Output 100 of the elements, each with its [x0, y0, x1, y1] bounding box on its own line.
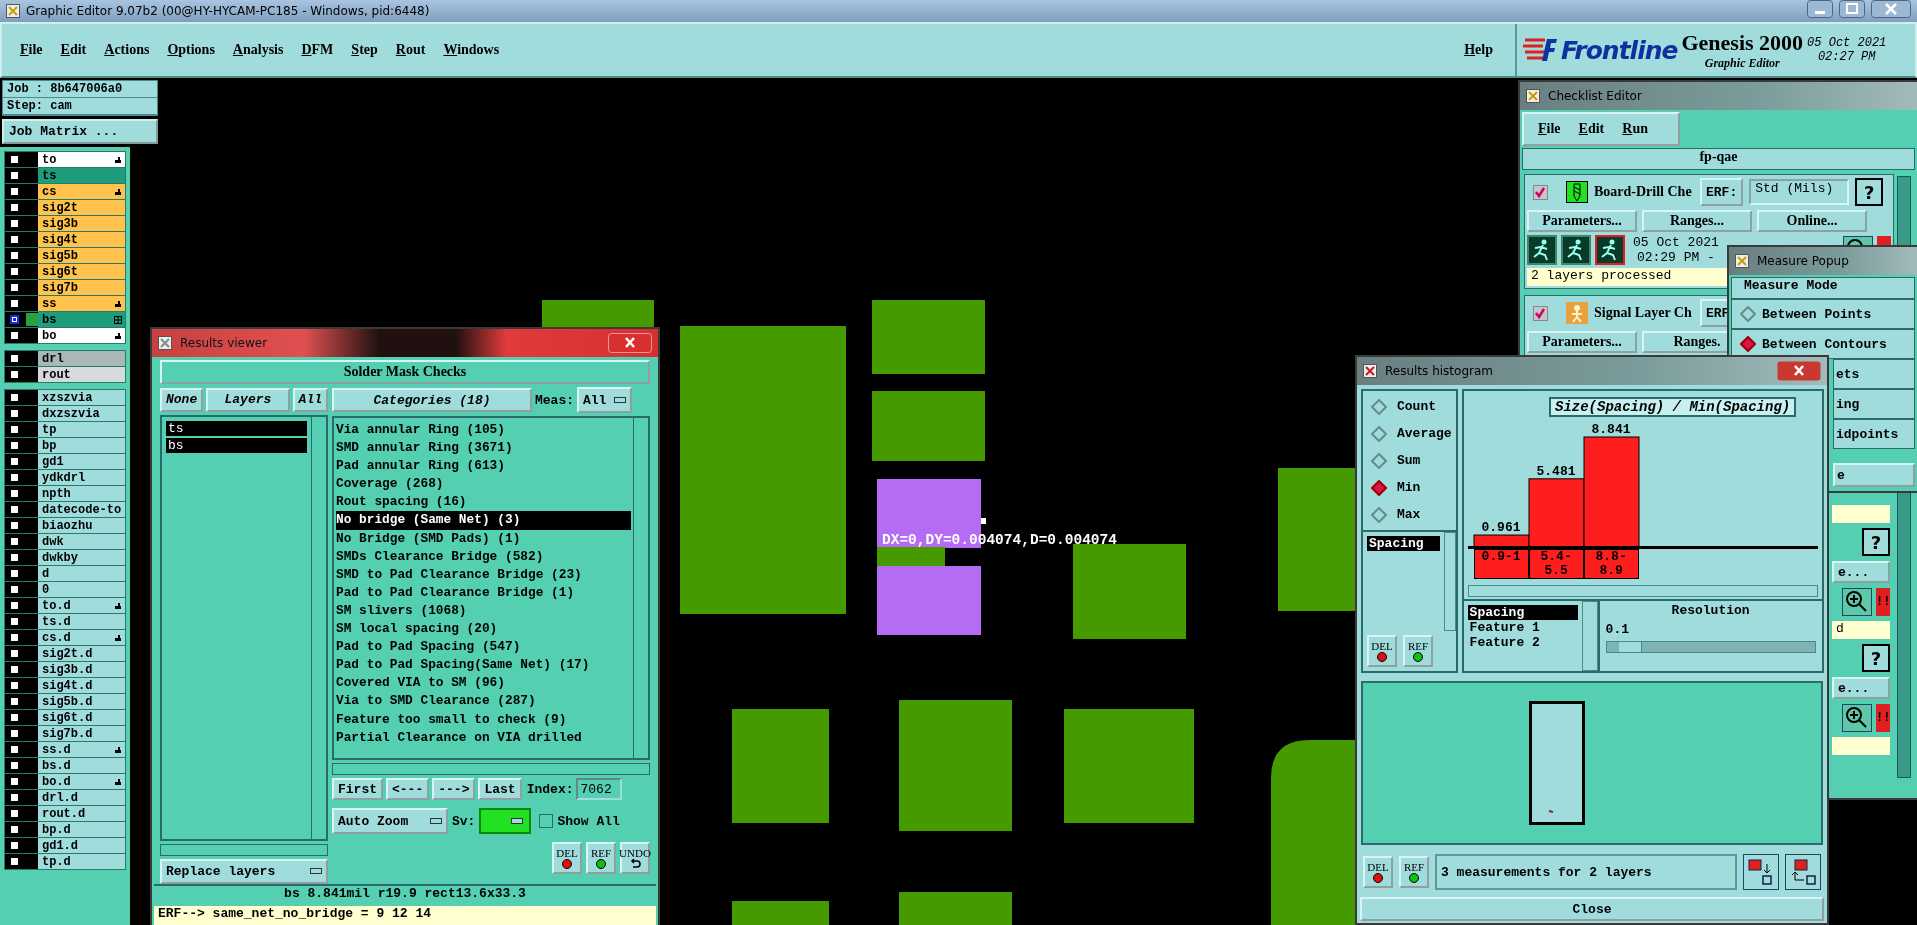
measure-mode-option[interactable]: ing: [1833, 389, 1915, 419]
measure-mode-option[interactable]: Between Contours: [1731, 329, 1915, 359]
list-item[interactable]: Rout spacing (16): [336, 493, 631, 512]
menu-item[interactable]: Analysis: [232, 42, 284, 58]
list-item[interactable]: Feature 2: [1467, 635, 1578, 650]
scrollbar[interactable]: [160, 843, 328, 856]
menu-item[interactable]: Options: [167, 42, 215, 58]
layer-item[interactable]: datecode-to: [38, 502, 125, 517]
select-all-button[interactable]: All: [292, 387, 328, 412]
popup-button[interactable]: e: [1833, 463, 1915, 487]
menu-item[interactable]: Edit: [60, 42, 87, 58]
menu-item[interactable]: Run: [1622, 121, 1648, 137]
layer-checkbox[interactable]: [10, 601, 19, 610]
layer-checkbox[interactable]: [10, 267, 19, 276]
layer-item[interactable]: dwkby: [38, 550, 125, 565]
layer-item[interactable]: sig2t: [38, 200, 125, 215]
list-item[interactable]: SM slivers (1068): [336, 601, 631, 621]
layer-item[interactable]: cs.d: [38, 630, 125, 645]
runner-icon[interactable]: [1561, 235, 1591, 265]
replace-layers-dropdown[interactable]: Replace layers: [160, 858, 328, 884]
menu-item[interactable]: File: [1538, 121, 1561, 137]
layer-item[interactable]: sig2t.d: [38, 646, 125, 661]
navigation-button[interactable]: --->: [432, 778, 476, 800]
list-item[interactable]: Pad to Pad Spacing (547): [336, 638, 631, 657]
help-button[interactable]: ?: [1855, 178, 1884, 206]
layer-checkbox[interactable]: [10, 331, 19, 340]
tool-button[interactable]: REF: [1399, 856, 1429, 888]
menu-item[interactable]: Rout: [395, 42, 426, 58]
layer-checkbox[interactable]: [10, 393, 19, 402]
erf-button[interactable]: ERF:: [1700, 178, 1744, 206]
layer-checkbox[interactable]: [10, 283, 19, 292]
layer-item[interactable]: gd1.d: [38, 838, 125, 853]
layer-checkbox[interactable]: [10, 457, 19, 466]
slider-thumb[interactable]: [1619, 642, 1643, 652]
layer-item[interactable]: drl: [38, 351, 125, 366]
minimize-icon[interactable]: [1807, 0, 1833, 18]
list-item[interactable]: Coverage (268): [336, 475, 631, 494]
layer-item[interactable]: xzszvia: [38, 390, 125, 405]
list-item[interactable]: SMDs Clearance Bridge (582): [336, 547, 631, 566]
layer-checkbox[interactable]: [10, 761, 19, 770]
layer-checkbox[interactable]: [10, 251, 19, 260]
layer-checkbox[interactable]: [10, 617, 19, 626]
list-item[interactable]: Spacing: [1367, 536, 1440, 551]
measure-mode-option[interactable]: ets: [1833, 359, 1915, 389]
check-action-button[interactable]: e...: [1832, 561, 1890, 583]
list-item[interactable]: Feature too small to check (9): [336, 710, 631, 729]
layer-checkbox[interactable]: [10, 569, 19, 578]
layer-checkbox[interactable]: [10, 219, 19, 228]
navigation-button[interactable]: First: [332, 778, 383, 800]
layer-item[interactable]: sig5b.d: [38, 694, 125, 709]
layer-item[interactable]: dxzszvia: [38, 406, 125, 421]
layer-item[interactable]: to.d: [38, 598, 125, 613]
scrollbar[interactable]: [1443, 532, 1456, 631]
layer-item[interactable]: 0: [38, 582, 125, 597]
tool-button[interactable]: REF: [1403, 635, 1433, 667]
layer-item[interactable]: to: [38, 152, 125, 167]
close-icon[interactable]: [1777, 361, 1821, 381]
job-matrix-button[interactable]: Job Matrix ...: [2, 119, 158, 144]
list-item[interactable]: Feature 1: [1467, 620, 1578, 635]
layer-checkbox[interactable]: [10, 681, 19, 690]
statistic-option[interactable]: Max: [1367, 503, 1452, 526]
statistic-option[interactable]: Min: [1367, 476, 1452, 499]
list-item[interactable]: Via annular Ring (105): [336, 421, 631, 440]
layer-item[interactable]: bs.d: [38, 758, 125, 773]
layer-item[interactable]: dwk: [38, 534, 125, 549]
layer-checkbox[interactable]: [10, 235, 19, 244]
list-item[interactable]: Pad to Pad Spacing(Same Net) (17): [336, 656, 631, 675]
layer-checkbox[interactable]: [10, 857, 19, 866]
chart-export-icon[interactable]: [1743, 854, 1779, 890]
units-field[interactable]: Std (Mils): [1749, 179, 1850, 205]
navigation-button[interactable]: <---: [386, 778, 430, 800]
layer-checkbox[interactable]: [10, 745, 19, 754]
layer-item[interactable]: sig6t.d: [38, 710, 125, 725]
layer-checkbox[interactable]: [10, 841, 19, 850]
layer-item[interactable]: drl.d: [38, 790, 125, 805]
layer-checkbox[interactable]: [10, 585, 19, 594]
layer-item[interactable]: cs: [38, 184, 125, 199]
layer-item[interactable]: sig3b: [38, 216, 125, 231]
check-action-button[interactable]: Parameters...: [1527, 210, 1637, 232]
show-all-checkbox[interactable]: [539, 814, 554, 828]
radio-button[interactable]: [1371, 506, 1387, 523]
close-button[interactable]: Close: [1360, 897, 1824, 921]
layer-item[interactable]: sig4t.d: [38, 678, 125, 693]
layer-item[interactable]: sig5b: [38, 248, 125, 263]
tool-button[interactable]: DEL: [1367, 635, 1397, 667]
help-button[interactable]: ?: [1862, 528, 1890, 556]
list-item[interactable]: ts: [166, 421, 307, 437]
layer-checkbox[interactable]: [10, 187, 19, 196]
layer-checkbox[interactable]: [10, 441, 19, 450]
layer-item[interactable]: bp.d: [38, 822, 125, 837]
layer-checkbox[interactable]: [10, 155, 19, 164]
list-item[interactable]: Covered VIA to SM (96): [336, 674, 631, 693]
list-item[interactable]: SMD to Pad Clearance Bridge (23): [336, 565, 631, 584]
categories-button[interactable]: Categories (18): [332, 388, 532, 412]
chart-import-icon[interactable]: [1785, 854, 1821, 890]
zoom-icon[interactable]: [1842, 588, 1872, 616]
zoom-icon[interactable]: [1842, 704, 1872, 732]
layer-item[interactable]: sig7b.d: [38, 726, 125, 741]
check-checkbox[interactable]: [1533, 184, 1548, 200]
layer-checkbox[interactable]: [10, 521, 19, 530]
